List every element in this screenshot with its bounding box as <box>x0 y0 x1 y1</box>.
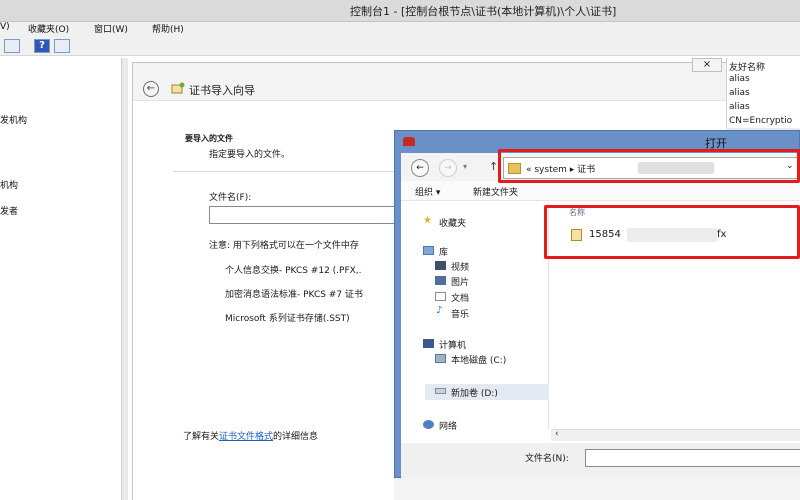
drive-d-icon <box>435 388 446 394</box>
section-title: 要导入的文件 <box>185 134 233 143</box>
more-info-text: 了解有关证书文件格式的详细信息 <box>183 429 318 442</box>
filename-label: 文件名(F): <box>209 193 252 203</box>
menu-window[interactable]: 窗口(W) <box>94 22 128 35</box>
filename-input[interactable] <box>209 206 399 224</box>
window-title: 控制台1 - [控制台根节点\证书(本地计算机)\个人\证书] <box>350 5 617 18</box>
organize-button[interactable]: 组织 ▾ <box>415 185 440 198</box>
nav-network[interactable]: 网络 <box>439 419 457 432</box>
menu-help[interactable]: 帮助(H) <box>152 22 184 35</box>
format-note: 注意: 用下列格式可以在一个文件中存 <box>209 241 359 251</box>
console-tree: 发机构 机构 发者 <box>0 58 122 500</box>
library-icon <box>423 246 434 255</box>
music-note-icon: ♪ <box>436 305 443 316</box>
network-icon <box>423 420 434 429</box>
video-icon <box>435 261 446 270</box>
list-item[interactable]: alias <box>729 88 750 98</box>
tree-item[interactable]: 发者 <box>0 204 18 217</box>
app-icon <box>403 137 415 146</box>
drive-c-icon <box>435 354 446 363</box>
menu-view[interactable]: V) <box>0 22 10 32</box>
help-icon[interactable]: ? <box>34 39 50 53</box>
window-titlebar: 控制台1 - [控制台根节点\证书(本地计算机)\个人\证书] <box>0 0 800 22</box>
nav-drive-c[interactable]: 本地磁盘 (C:) <box>451 353 506 366</box>
menu-favorites[interactable]: 收藏夹(O) <box>28 22 69 35</box>
dialog-footer: 文件名(N): <box>401 443 800 479</box>
nav-pictures[interactable]: 图片 <box>451 275 469 288</box>
menu-bar: V) 收藏夹(O) 窗口(W) 帮助(H) <box>0 22 800 36</box>
friendly-name-column: 友好名称 alias alias alias CN=Encryptio <box>726 58 800 128</box>
up-arrow-icon[interactable]: ↑ <box>489 160 498 173</box>
star-icon: ★ <box>423 215 432 226</box>
list-item[interactable]: CN=Encryptio <box>729 116 792 126</box>
format-item: Microsoft 系列证书存储(.SST) <box>225 314 350 324</box>
dialog-filename-label: 文件名(N): <box>525 454 569 464</box>
new-folder-button[interactable]: 新建文件夹 <box>473 185 518 198</box>
format-item: 个人信息交换- PKCS #12 (.PFX,. <box>225 266 362 276</box>
nav-library[interactable]: 库 <box>439 245 448 258</box>
computer-icon <box>423 339 434 348</box>
wizard-title: 证书导入向导 <box>189 84 255 97</box>
scroll-left-icon[interactable]: ‹ <box>555 429 559 439</box>
close-icon[interactable]: × <box>692 58 722 72</box>
nav-videos[interactable]: 视频 <box>451 260 469 273</box>
navigation-pane: ★ 收藏夹 库 视频 图片 文档 ♪ 音乐 计算机 本地磁盘 (C:) 新加卷 … <box>401 203 549 432</box>
forward-arrow-icon[interactable]: → <box>439 159 457 177</box>
nav-drive-d[interactable]: 新加卷 (D:) <box>451 386 498 399</box>
picture-icon <box>435 276 446 285</box>
nav-music[interactable]: 音乐 <box>451 307 469 320</box>
column-header[interactable]: 友好名称 <box>729 60 765 73</box>
format-item: 加密消息语法标准- PKCS #7 证书 <box>225 290 363 300</box>
recent-dropdown-icon[interactable]: ▾ <box>463 162 467 171</box>
export-list-icon[interactable] <box>4 39 20 53</box>
more-info-suffix: 的详细信息 <box>273 432 319 442</box>
horizontal-scrollbar[interactable]: ‹ <box>551 429 800 441</box>
dialog-filename-input[interactable] <box>585 449 800 467</box>
nav-documents[interactable]: 文档 <box>451 291 469 304</box>
file-highlight <box>544 205 800 259</box>
certificate-icon <box>171 82 185 94</box>
section-description: 指定要导入的文件。 <box>209 150 291 160</box>
back-arrow-icon[interactable]: ← <box>411 159 429 177</box>
wizard-header: ← 证书导入向导 <box>133 63 727 101</box>
back-button[interactable]: ← <box>143 81 159 97</box>
document-icon <box>435 292 446 301</box>
address-bar-highlight <box>498 149 800 183</box>
tree-item[interactable]: 机构 <box>0 178 18 191</box>
nav-computer[interactable]: 计算机 <box>439 338 466 351</box>
wizard-footer-strip <box>394 478 800 500</box>
show-pane-icon[interactable] <box>54 39 70 53</box>
dialog-content: ← → ▾ ↑ « system ▸ 证书 ⌄ 组织 ▾ 新建文件夹 ★ 收藏夹… <box>401 153 800 479</box>
list-item[interactable]: alias <box>729 74 750 84</box>
toolbar: ? <box>0 36 800 56</box>
command-bar: 组织 ▾ 新建文件夹 <box>401 181 800 201</box>
tree-item[interactable]: 发机构 <box>0 113 27 126</box>
more-info-prefix: 了解有关 <box>183 432 220 442</box>
cert-format-link[interactable]: 证书文件格式 <box>219 432 273 442</box>
tree-scrollbar[interactable] <box>122 58 128 500</box>
list-item[interactable]: alias <box>729 102 750 112</box>
nav-favorites[interactable]: 收藏夹 <box>439 216 466 229</box>
